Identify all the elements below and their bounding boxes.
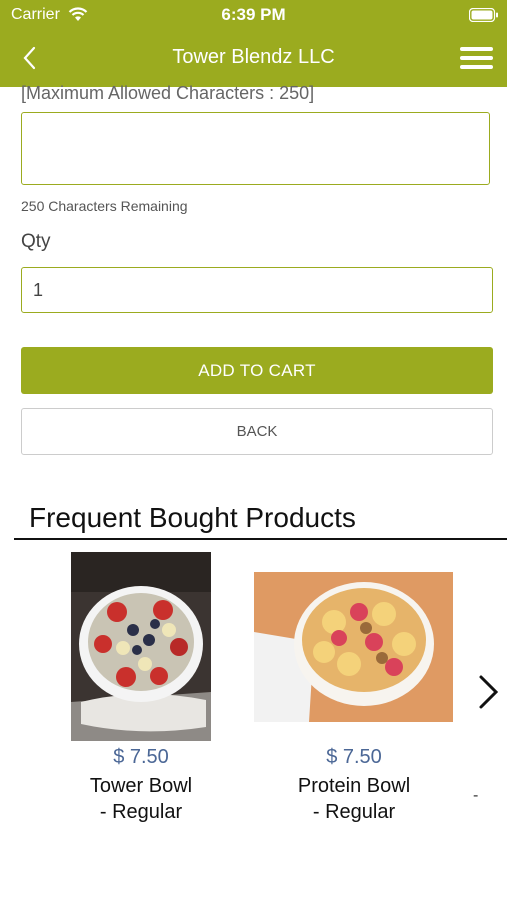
product-name: Tower Bowl - Regular — [55, 773, 227, 825]
product-price: $ 7.50 — [326, 746, 382, 768]
qty-label: Qty — [21, 231, 51, 252]
product-image-protein-bowl — [254, 572, 453, 722]
status-time: 6:39 PM — [221, 5, 286, 24]
product-name-line1: Protein Bowl — [297, 775, 411, 797]
product-name: Protein Bowl - Regular — [252, 773, 456, 825]
chevron-right-icon[interactable] — [476, 672, 502, 712]
partial-next-product: - — [473, 787, 479, 804]
product-name-line1: Tower Bowl — [89, 775, 193, 797]
product-image-tower-bowl — [71, 552, 211, 741]
page-title: Tower Blendz LLC — [172, 46, 335, 68]
hamburger-menu-icon[interactable] — [460, 47, 493, 70]
app-header: Carrier 6:39 PM Tower Blendz LLC — [0, 0, 507, 87]
status-bar: Carrier 6:39 PM — [0, 0, 507, 30]
product-name-line2: - Regular — [312, 801, 396, 823]
special-instructions-field[interactable] — [21, 112, 490, 185]
frequent-products-title: Frequent Bought Products — [29, 502, 356, 533]
back-button[interactable]: BACK — [21, 408, 493, 455]
product-name-line2: - Regular — [99, 801, 183, 823]
add-to-cart-button[interactable]: ADD TO CART — [21, 347, 493, 394]
quantity-input[interactable] — [21, 267, 493, 313]
max-characters-label: [Maximum Allowed Characters : 250] — [21, 78, 491, 104]
section-divider — [14, 538, 507, 540]
max-characters-text: [Maximum Allowed Characters : 250] — [21, 83, 315, 103]
product-price: $ 7.50 — [113, 746, 169, 768]
characters-remaining: 250 Characters Remaining — [21, 198, 188, 214]
battery-icon — [469, 8, 498, 22]
